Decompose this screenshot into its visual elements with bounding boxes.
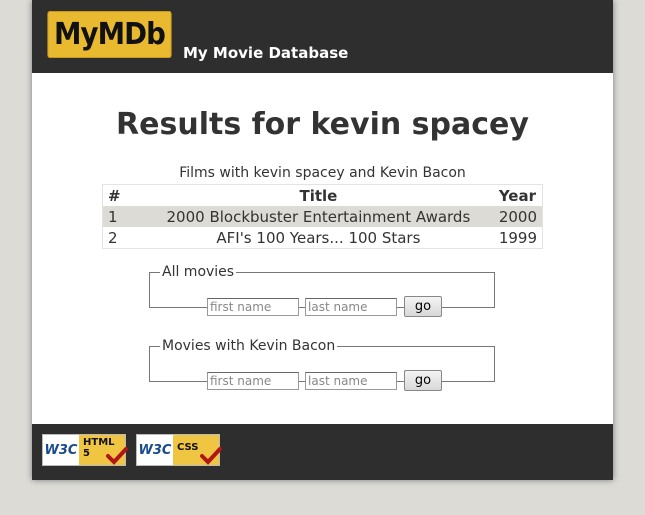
column-header-year: Year — [498, 186, 536, 205]
bacon-movies-legend: Movies with Kevin Bacon — [162, 338, 336, 354]
bacon-movies-first-name-input[interactable] — [207, 371, 299, 390]
bacon-movies-search-form: Movies with Kevin Bacon go — [149, 338, 495, 391]
all-movies-search-form: All movies go — [149, 264, 495, 317]
table-header-row: # Title Year — [103, 185, 543, 207]
table-row: 1 2000 Blockbuster Entertainment Awards … — [102, 206, 543, 227]
checkmark-icon — [200, 447, 222, 465]
all-movies-last-name-input[interactable] — [305, 297, 397, 316]
footer-bar: W3C HTML 5 W3C CSS — [32, 424, 613, 480]
row-title: AFI's 100 Years... 100 Stars — [216, 228, 421, 247]
w3c-logo: W3C — [43, 435, 79, 465]
column-header-title: Title — [299, 186, 338, 205]
css-badge-label: CSS — [173, 435, 222, 465]
row-year: 1999 — [498, 228, 537, 247]
page-frame: MyMDb My Movie Database Results for kevi… — [32, 0, 613, 480]
css-badge-kind: CSS — [177, 442, 199, 453]
logo[interactable]: MyMDb — [47, 11, 172, 58]
row-title: 2000 Blockbuster Entertainment Awards — [143, 206, 494, 227]
all-movies-go-button[interactable]: go — [404, 296, 442, 317]
row-number: 2 — [108, 228, 118, 247]
checkmark-icon — [106, 447, 128, 465]
page-title: Results for kevin spacey — [116, 107, 529, 142]
table-caption: Films with kevin spacey and Kevin Bacon — [179, 165, 466, 181]
site-tagline: My Movie Database — [183, 44, 349, 62]
w3c-html5-badge[interactable]: W3C HTML 5 — [42, 434, 128, 466]
row-year: 2000 — [493, 206, 543, 227]
all-movies-first-name-input[interactable] — [207, 297, 299, 316]
html-badge-version: 5 — [83, 448, 90, 459]
all-movies-legend: All movies — [162, 264, 235, 280]
bacon-movies-last-name-input[interactable] — [305, 371, 397, 390]
row-number: 1 — [102, 206, 143, 227]
html-badge-label: HTML 5 — [79, 435, 128, 465]
table-row: 2 AFI's 100 Years... 100 Stars 1999 — [103, 227, 543, 249]
results-table: # Title Year 1 2000 Blockbuster Entertai… — [102, 184, 543, 249]
w3c-css-badge[interactable]: W3C CSS — [136, 434, 222, 466]
column-header-number: # — [108, 186, 121, 205]
bacon-movies-go-button[interactable]: go — [404, 370, 442, 391]
header-bar: MyMDb My Movie Database — [32, 0, 613, 73]
w3c-logo: W3C — [137, 435, 173, 465]
